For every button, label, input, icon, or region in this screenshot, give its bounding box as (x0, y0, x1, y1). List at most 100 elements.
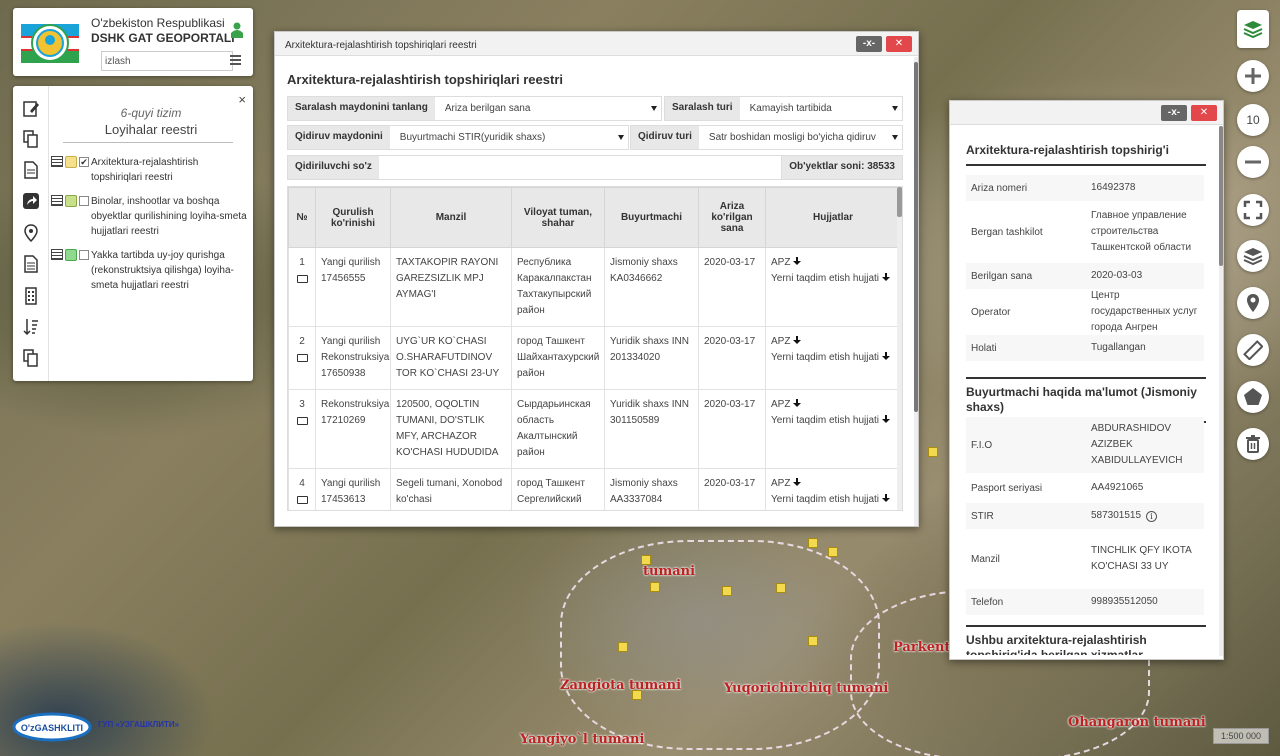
layer-item[interactable]: Binolar, inshootlar va boshqa obyektlar … (51, 194, 249, 239)
column-header[interactable]: Qurulish ko'rinishi (315, 187, 391, 248)
construction-type-cell: Yangi qurilish 17456555 (315, 247, 391, 327)
column-header[interactable]: Ariza ko'rilgan sana (698, 187, 766, 248)
customer-text: Jismoniy shaxs KA0346662 (610, 257, 678, 284)
download-icon[interactable] (793, 257, 802, 266)
download-icon[interactable] (882, 352, 891, 361)
table-row[interactable]: 4 Yangi qurilish 17453613 Segeli tumani,… (288, 468, 901, 510)
doc-link[interactable]: Yerni taqdim etish hujjati (771, 494, 879, 505)
table-icon[interactable] (51, 195, 63, 206)
download-icon[interactable] (882, 273, 891, 282)
scrollbar-thumb[interactable] (1219, 126, 1223, 266)
map-marker[interactable] (828, 547, 838, 557)
copy-icon[interactable] (23, 349, 39, 367)
user-icon[interactable] (231, 22, 243, 38)
marker-button[interactable] (1237, 287, 1269, 319)
zoom-in-button[interactable] (1237, 60, 1269, 92)
building-icon[interactable] (23, 287, 39, 305)
sort-type-select[interactable]: Kamayish tartibida (740, 97, 902, 120)
left-toolbar (13, 86, 49, 381)
layer-color-swatch (65, 156, 77, 168)
map-marker[interactable] (650, 582, 660, 592)
column-header[interactable]: Viloyat tuman, shahar (511, 187, 605, 248)
layer-checkbox[interactable] (79, 250, 89, 260)
column-header[interactable]: Manzil (390, 187, 512, 248)
folder-icon[interactable] (296, 417, 308, 425)
search-field-select[interactable]: Buyurtmachi STIR(yuridik shaxs) (390, 126, 628, 149)
minimize-button[interactable]: -x- (1161, 105, 1187, 121)
table-row[interactable]: 1 Yangi qurilish 17456555 TAXTAKOPIR RAY… (288, 247, 901, 327)
download-icon[interactable] (882, 494, 891, 503)
column-header[interactable]: Buyurtmachi (604, 187, 699, 248)
layer-checkbox[interactable] (79, 196, 89, 206)
layer-item[interactable]: Yakka tartibda uy-joy qurishga (rekonstr… (51, 248, 249, 293)
scrollbar-thumb[interactable] (914, 62, 918, 412)
doc-link[interactable]: APZ (771, 478, 790, 489)
download-icon[interactable] (793, 336, 802, 345)
download-icon[interactable] (882, 415, 891, 424)
folder-icon[interactable] (296, 275, 308, 283)
details-window-titlebar[interactable]: -x- ✕ (950, 101, 1223, 125)
company-logo: O'zGASHKLITI (12, 712, 92, 742)
doc-link[interactable]: Yerni taqdim etish hujjati (771, 415, 879, 426)
layer-label: Binolar, inshootlar va boshqa obyektlar … (91, 196, 247, 237)
window-scrollbar[interactable] (1219, 126, 1223, 656)
window-scrollbar[interactable] (914, 57, 918, 526)
map-marker[interactable] (618, 642, 628, 652)
document-list-icon[interactable] (23, 255, 39, 273)
doc-link[interactable]: APZ (771, 336, 790, 347)
map-marker[interactable] (722, 586, 732, 596)
download-icon[interactable] (793, 399, 802, 408)
search-word-input[interactable] (379, 156, 783, 179)
fullscreen-button[interactable] (1237, 194, 1269, 226)
ruler-icon (1243, 340, 1263, 360)
search-type-select[interactable]: Satr boshidan mosligi bo'yicha qidiruv (699, 126, 902, 149)
doc-link[interactable]: Yerni taqdim etish hujjati (771, 352, 879, 363)
doc-link[interactable]: Yerni taqdim etish hujjati (771, 273, 879, 284)
column-header[interactable]: Hujjatlar (765, 187, 901, 248)
copy-icon[interactable] (23, 130, 39, 148)
column-header[interactable]: № (288, 187, 316, 248)
map-marker[interactable] (776, 583, 786, 593)
doc-link[interactable]: APZ (771, 257, 790, 268)
map-marker[interactable] (808, 636, 818, 646)
share-icon[interactable] (23, 192, 39, 210)
sort-icon[interactable] (23, 318, 39, 336)
measure-button[interactable] (1237, 334, 1269, 366)
table-row[interactable]: 2 Yangi qurilish Rekonstruksiya 17650938… (288, 326, 901, 390)
polygon-button[interactable] (1237, 381, 1269, 413)
delete-button[interactable] (1237, 428, 1269, 460)
hamburger-menu-icon[interactable] (230, 55, 241, 65)
table-row[interactable]: 3 Rekonstruksiya 17210269 120500, OQOLTI… (288, 389, 901, 469)
zoom-out-button[interactable] (1237, 146, 1269, 178)
map-marker[interactable] (641, 555, 651, 565)
chevron-down-icon (892, 106, 898, 111)
layers-switcher-button[interactable] (1237, 10, 1269, 48)
close-button[interactable]: ✕ (1191, 105, 1217, 121)
table-icon[interactable] (51, 156, 63, 167)
download-icon[interactable] (793, 478, 802, 487)
registry-window-titlebar[interactable]: Arxitektura-rejalashtirish topshiriqlari… (275, 32, 918, 56)
map-marker[interactable] (808, 538, 818, 548)
layers-close-button[interactable]: × (238, 92, 246, 107)
document-icon[interactable] (23, 161, 39, 179)
minimize-button[interactable]: -x- (856, 36, 882, 52)
table-scrollbar[interactable] (897, 187, 902, 510)
sort-field-select[interactable]: Ariza berilgan sana (435, 97, 661, 120)
info-icon[interactable]: i (1146, 510, 1158, 522)
sort-field-value: Ariza berilgan sana (444, 103, 531, 114)
folder-icon[interactable] (296, 496, 308, 504)
table-icon[interactable] (51, 249, 63, 260)
close-button[interactable]: ✕ (886, 36, 912, 52)
folder-icon[interactable] (296, 354, 308, 362)
location-pin-icon[interactable] (23, 224, 39, 242)
region-cell: город Ташкент Шайхантахурский район (511, 326, 605, 390)
layer-item[interactable]: ✔ Arxitektura-rejalashtirish topshiriqla… (51, 155, 249, 185)
search-input[interactable] (101, 51, 233, 71)
map-marker[interactable] (928, 447, 938, 457)
map-marker[interactable] (632, 690, 642, 700)
scrollbar-thumb[interactable] (897, 187, 902, 217)
edit-icon[interactable] (23, 100, 39, 118)
doc-link[interactable]: APZ (771, 399, 790, 410)
layer-checkbox[interactable]: ✔ (79, 157, 89, 167)
layers-button[interactable] (1237, 240, 1269, 272)
